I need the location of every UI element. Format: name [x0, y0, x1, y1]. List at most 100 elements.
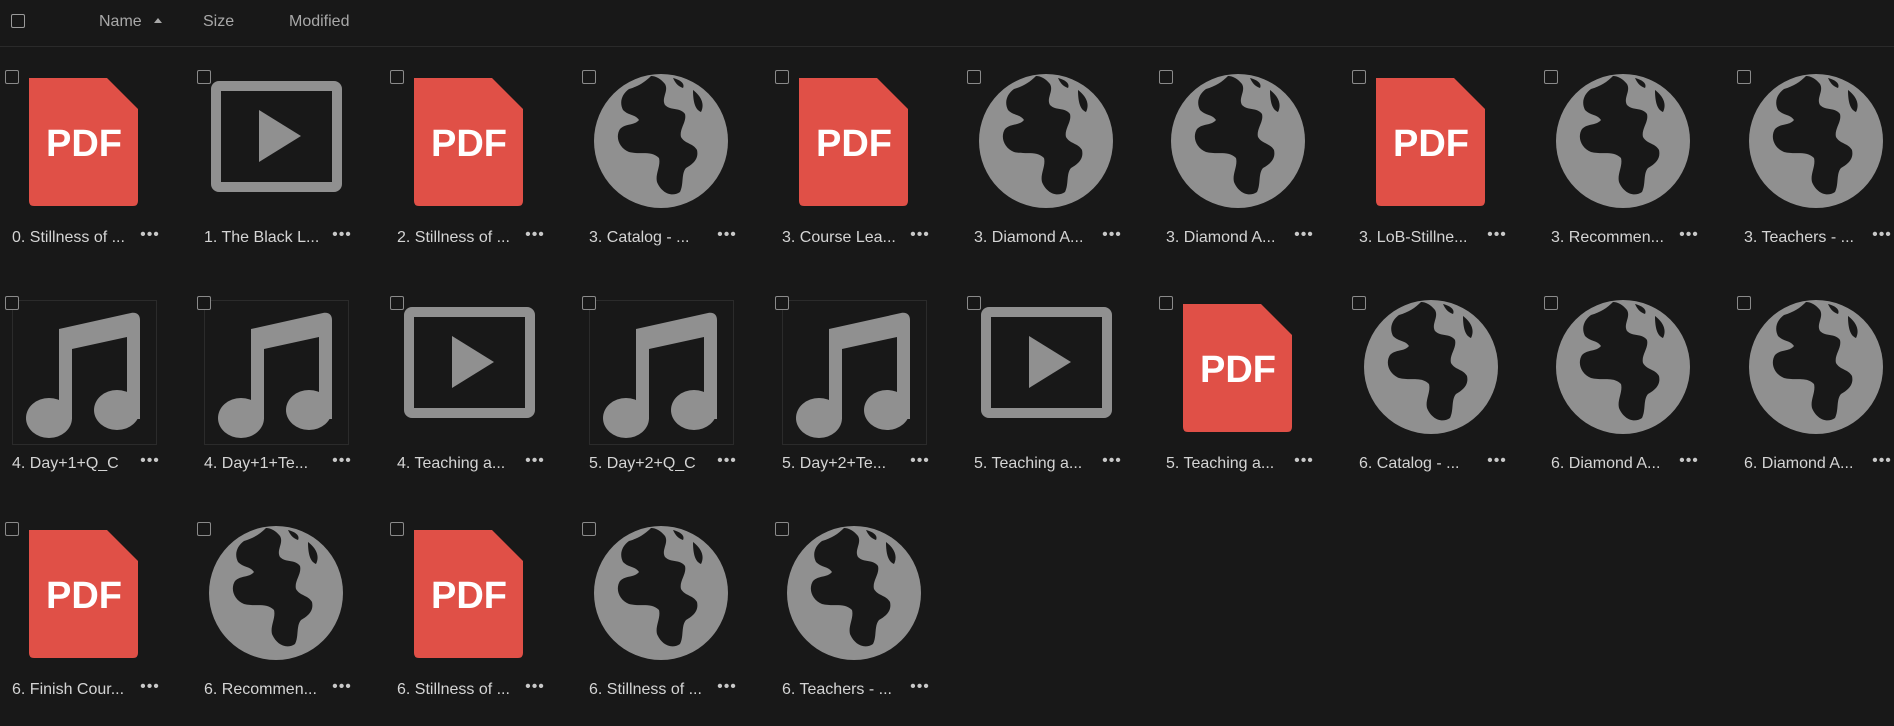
- file-tile[interactable]: 6. Stillness of ... •••: [577, 500, 769, 726]
- file-tile[interactable]: PDF 3. LoB-Stillne... •••: [1347, 48, 1539, 274]
- globe-icon: [1551, 300, 1696, 445]
- svg-text:PDF: PDF: [46, 123, 122, 165]
- more-options-icon[interactable]: •••: [1294, 453, 1314, 474]
- more-options-icon[interactable]: •••: [140, 679, 160, 700]
- pdf-icon: PDF: [12, 526, 157, 671]
- file-tile[interactable]: 4. Teaching a... •••: [385, 274, 577, 500]
- select-all-checkbox[interactable]: [11, 14, 25, 28]
- file-tile[interactable]: 4. Day+1+Te... •••: [192, 274, 384, 500]
- file-select-checkbox[interactable]: [390, 522, 404, 536]
- more-options-icon[interactable]: •••: [1679, 227, 1699, 248]
- more-options-icon[interactable]: •••: [525, 453, 545, 474]
- file-select-checkbox[interactable]: [1544, 70, 1558, 84]
- file-select-checkbox[interactable]: [967, 70, 981, 84]
- more-options-icon[interactable]: •••: [140, 227, 160, 248]
- globe-icon: [1744, 74, 1889, 219]
- file-tile[interactable]: 1. The Black L... •••: [192, 48, 384, 274]
- file-select-checkbox[interactable]: [582, 522, 596, 536]
- file-tile[interactable]: 3. Recommen... •••: [1539, 48, 1731, 274]
- column-header-name[interactable]: Name: [99, 13, 162, 31]
- file-name: 0. Stillness of ...: [12, 229, 125, 246]
- file-tile[interactable]: 6. Recommen... •••: [192, 500, 384, 726]
- file-name: 4. Day+1+Q_C: [12, 455, 119, 472]
- file-select-checkbox[interactable]: [775, 296, 789, 310]
- file-name: 2. Stillness of ...: [397, 229, 510, 246]
- file-select-checkbox[interactable]: [197, 296, 211, 310]
- file-select-checkbox[interactable]: [582, 296, 596, 310]
- file-tile[interactable]: PDF 3. Course Lea... •••: [770, 48, 962, 274]
- file-select-checkbox[interactable]: [390, 296, 404, 310]
- more-options-icon[interactable]: •••: [717, 453, 737, 474]
- file-tile[interactable]: 5. Teaching a... •••: [962, 274, 1154, 500]
- column-header-size[interactable]: Size: [203, 13, 234, 31]
- file-label-row: 4. Teaching a... •••: [385, 453, 577, 476]
- more-options-icon[interactable]: •••: [332, 679, 352, 700]
- more-options-icon[interactable]: •••: [1872, 453, 1892, 474]
- more-options-icon[interactable]: •••: [1102, 453, 1122, 474]
- more-options-icon[interactable]: •••: [1872, 227, 1892, 248]
- file-tile[interactable]: PDF 5. Teaching a... •••: [1154, 274, 1346, 500]
- more-options-icon[interactable]: •••: [910, 453, 930, 474]
- file-select-checkbox[interactable]: [5, 522, 19, 536]
- more-options-icon[interactable]: •••: [1487, 227, 1507, 248]
- column-header-modified[interactable]: Modified: [289, 13, 349, 31]
- more-options-icon[interactable]: •••: [1679, 453, 1699, 474]
- more-options-icon[interactable]: •••: [910, 679, 930, 700]
- file-select-checkbox[interactable]: [197, 522, 211, 536]
- file-select-checkbox[interactable]: [1352, 70, 1366, 84]
- file-select-checkbox[interactable]: [390, 70, 404, 84]
- more-options-icon[interactable]: •••: [332, 227, 352, 248]
- music-icon: [204, 300, 349, 445]
- file-tile[interactable]: 3. Teachers - ... •••: [1732, 48, 1894, 274]
- more-options-icon[interactable]: •••: [332, 453, 352, 474]
- file-select-checkbox[interactable]: [5, 70, 19, 84]
- file-select-checkbox[interactable]: [1737, 296, 1751, 310]
- file-select-checkbox[interactable]: [775, 70, 789, 84]
- file-name: 6. Stillness of ...: [589, 681, 702, 698]
- file-tile[interactable]: PDF 6. Finish Cour... •••: [0, 500, 192, 726]
- file-tile[interactable]: 3. Diamond A... •••: [1154, 48, 1346, 274]
- pdf-icon: PDF: [397, 526, 542, 671]
- file-label-row: 5. Teaching a... •••: [1154, 453, 1346, 476]
- file-select-checkbox[interactable]: [1544, 296, 1558, 310]
- file-select-checkbox[interactable]: [967, 296, 981, 310]
- file-select-checkbox[interactable]: [582, 70, 596, 84]
- more-options-icon[interactable]: •••: [1102, 227, 1122, 248]
- file-name: 5. Teaching a...: [1166, 455, 1275, 472]
- file-tile[interactable]: PDF 0. Stillness of ... •••: [0, 48, 192, 274]
- file-select-checkbox[interactable]: [1352, 296, 1366, 310]
- file-select-checkbox[interactable]: [775, 522, 789, 536]
- more-options-icon[interactable]: •••: [717, 679, 737, 700]
- file-label-row: 5. Teaching a... •••: [962, 453, 1154, 476]
- more-options-icon[interactable]: •••: [525, 227, 545, 248]
- file-tile[interactable]: 3. Diamond A... •••: [962, 48, 1154, 274]
- file-label-row: 3. Teachers - ... •••: [1732, 227, 1894, 250]
- file-select-checkbox[interactable]: [1159, 296, 1173, 310]
- more-options-icon[interactable]: •••: [1294, 227, 1314, 248]
- globe-icon: [1166, 74, 1311, 219]
- file-tile[interactable]: 4. Day+1+Q_C •••: [0, 274, 192, 500]
- file-tile[interactable]: 6. Catalog - ... •••: [1347, 274, 1539, 500]
- file-select-checkbox[interactable]: [197, 70, 211, 84]
- more-options-icon[interactable]: •••: [525, 679, 545, 700]
- file-tile[interactable]: 5. Day+2+Te... •••: [770, 274, 962, 500]
- file-tile[interactable]: 5. Day+2+Q_C •••: [577, 274, 769, 500]
- more-options-icon[interactable]: •••: [1487, 453, 1507, 474]
- file-label-row: 1. The Black L... •••: [192, 227, 384, 250]
- more-options-icon[interactable]: •••: [717, 227, 737, 248]
- file-tile[interactable]: PDF 2. Stillness of ... •••: [385, 48, 577, 274]
- file-name: 3. LoB-Stillne...: [1359, 229, 1468, 246]
- file-select-checkbox[interactable]: [5, 296, 19, 310]
- file-tile[interactable]: 6. Teachers - ... •••: [770, 500, 962, 726]
- more-options-icon[interactable]: •••: [140, 453, 160, 474]
- file-tile[interactable]: PDF 6. Stillness of ... •••: [385, 500, 577, 726]
- column-size-label: Size: [203, 13, 235, 30]
- pdf-icon: PDF: [397, 74, 542, 219]
- file-select-checkbox[interactable]: [1737, 70, 1751, 84]
- file-tile[interactable]: 6. Diamond A... •••: [1732, 274, 1894, 500]
- more-options-icon[interactable]: •••: [910, 227, 930, 248]
- file-tile[interactable]: 3. Catalog - ... •••: [577, 48, 769, 274]
- list-header: Name Size Modified: [0, 0, 1894, 47]
- file-select-checkbox[interactable]: [1159, 70, 1173, 84]
- file-tile[interactable]: 6. Diamond A... •••: [1539, 274, 1731, 500]
